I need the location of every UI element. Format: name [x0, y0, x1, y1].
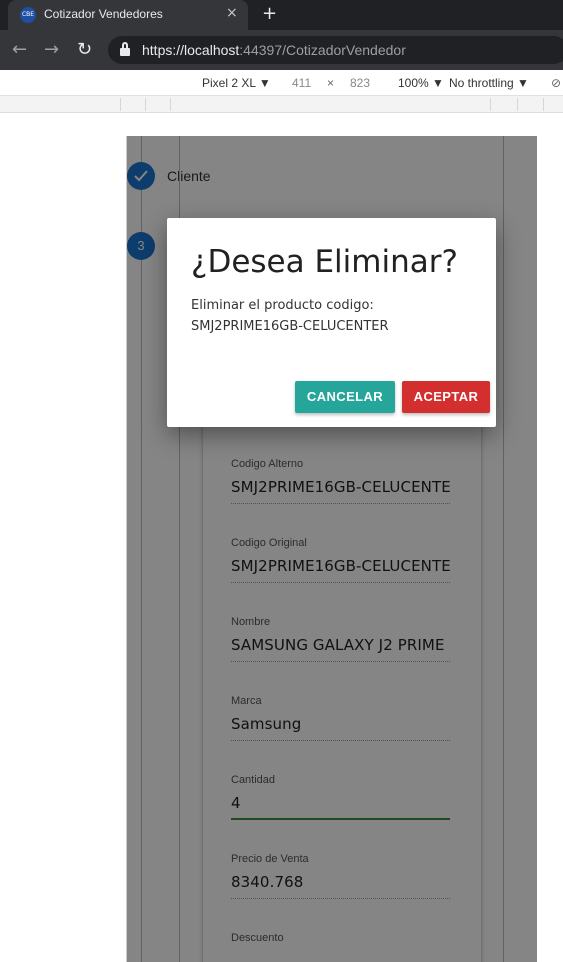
url-text: https://localhost:44397/CotizadorVendedo…	[142, 42, 406, 58]
delete-confirm-dialog: ¿Desea Eliminar? Eliminar el producto co…	[167, 218, 496, 427]
device-toolbar: Pixel 2 XL ▼ 411 × 823 100% ▼ No throttl…	[0, 70, 563, 96]
zoom-select[interactable]: 100% ▼	[398, 76, 444, 90]
device-width-input[interactable]: 411	[292, 76, 311, 90]
new-tab-icon[interactable]: +	[262, 3, 277, 24]
browser-toolbar: ← → ↻ https://localhost:44397/CotizadorV…	[0, 30, 563, 70]
rotate-icon[interactable]: ⊘	[551, 76, 561, 90]
tab-title: Cotizador Vendedores	[44, 7, 163, 21]
site-favicon-icon: CBE	[20, 7, 36, 23]
browser-tab-bar: CBE Cotizador Vendedores × +	[0, 0, 563, 30]
back-arrow-icon[interactable]: ←	[12, 39, 27, 60]
reload-icon[interactable]: ↻	[77, 39, 92, 60]
dialog-message-line1: Eliminar el producto codigo:	[191, 298, 374, 313]
tab-close-icon[interactable]: ×	[226, 5, 238, 21]
browser-tab[interactable]: CBE Cotizador Vendedores ×	[8, 0, 248, 30]
dimension-separator: ×	[327, 76, 335, 90]
dialog-message: Eliminar el producto codigo: SMJ2PRIME16…	[191, 295, 389, 337]
forward-arrow-icon[interactable]: →	[44, 39, 59, 60]
dialog-title: ¿Desea Eliminar?	[191, 244, 458, 280]
dialog-product-code: SMJ2PRIME16GB-CELUCENTER	[191, 319, 389, 334]
media-query-ruler	[0, 96, 563, 113]
address-bar[interactable]: https://localhost:44397/CotizadorVendedo…	[108, 36, 563, 64]
lock-icon	[120, 42, 130, 56]
device-height-input[interactable]: 823	[350, 76, 370, 90]
throttle-select[interactable]: No throttling ▼	[449, 76, 529, 90]
accept-button[interactable]: ACEPTAR	[402, 381, 490, 413]
cancel-button[interactable]: CANCELAR	[295, 381, 395, 413]
device-select[interactable]: Pixel 2 XL ▼	[202, 76, 271, 90]
